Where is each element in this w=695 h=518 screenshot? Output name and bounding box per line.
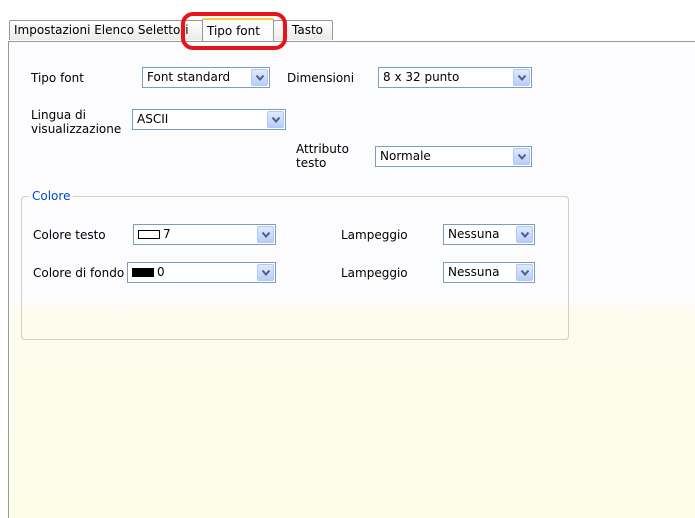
tab-highlight-circle [181, 12, 287, 50]
blink-value-2: Nessuna [448, 265, 500, 279]
chevron-down-icon[interactable] [516, 226, 533, 243]
size-label: Dimensioni [287, 71, 355, 85]
blink-select-2[interactable]: Nessuna [443, 262, 535, 283]
text-color-label: Colore testo [33, 228, 106, 242]
text-color-swatch [138, 230, 160, 239]
chevron-down-icon[interactable] [513, 148, 530, 165]
blink-label-1: Lampeggio [341, 228, 408, 242]
chevron-down-icon[interactable] [267, 111, 284, 128]
text-attribute-label-line2: testo [296, 156, 327, 170]
text-attribute-label: Attributo testo [296, 142, 349, 170]
tab-impostazioni-elenco-selettori[interactable]: Impostazioni Elenco Selettori [9, 20, 203, 40]
text-attribute-label-line1: Attributo [296, 142, 349, 156]
font-type-value: Font standard [147, 70, 231, 84]
bg-color-label: Colore di fondo [33, 266, 125, 280]
chevron-down-icon[interactable] [257, 264, 274, 281]
bg-color-select[interactable]: 0 [127, 262, 276, 283]
chevron-down-icon[interactable] [251, 69, 268, 86]
chevron-down-icon[interactable] [257, 226, 274, 243]
font-type-select[interactable]: Font standard [142, 67, 270, 88]
font-type-label: Tipo font [31, 71, 84, 85]
text-color-value: 7 [163, 227, 171, 241]
language-label: Lingua di visualizzazione [31, 108, 121, 136]
bg-color-swatch [132, 268, 154, 277]
language-label-line2: visualizzazione [31, 122, 122, 136]
language-label-line1: Lingua di [31, 108, 86, 122]
tab-label: Impostazioni Elenco Selettori [14, 23, 189, 37]
text-attribute-select[interactable]: Normale [375, 146, 532, 167]
color-group-title: Colore [29, 189, 74, 203]
text-color-select[interactable]: 7 [133, 224, 276, 245]
language-select[interactable]: ASCII [132, 109, 286, 130]
size-select[interactable]: 8 x 32 punto [378, 67, 532, 88]
chevron-down-icon[interactable] [513, 69, 530, 86]
chevron-down-icon[interactable] [516, 264, 533, 281]
size-value: 8 x 32 punto [383, 70, 460, 84]
language-value: ASCII [137, 112, 169, 126]
blink-value-1: Nessuna [448, 227, 500, 241]
text-attribute-value: Normale [380, 149, 431, 163]
bg-color-value: 0 [157, 265, 165, 279]
blink-select-1[interactable]: Nessuna [443, 224, 535, 245]
blink-label-2: Lampeggio [341, 266, 408, 280]
